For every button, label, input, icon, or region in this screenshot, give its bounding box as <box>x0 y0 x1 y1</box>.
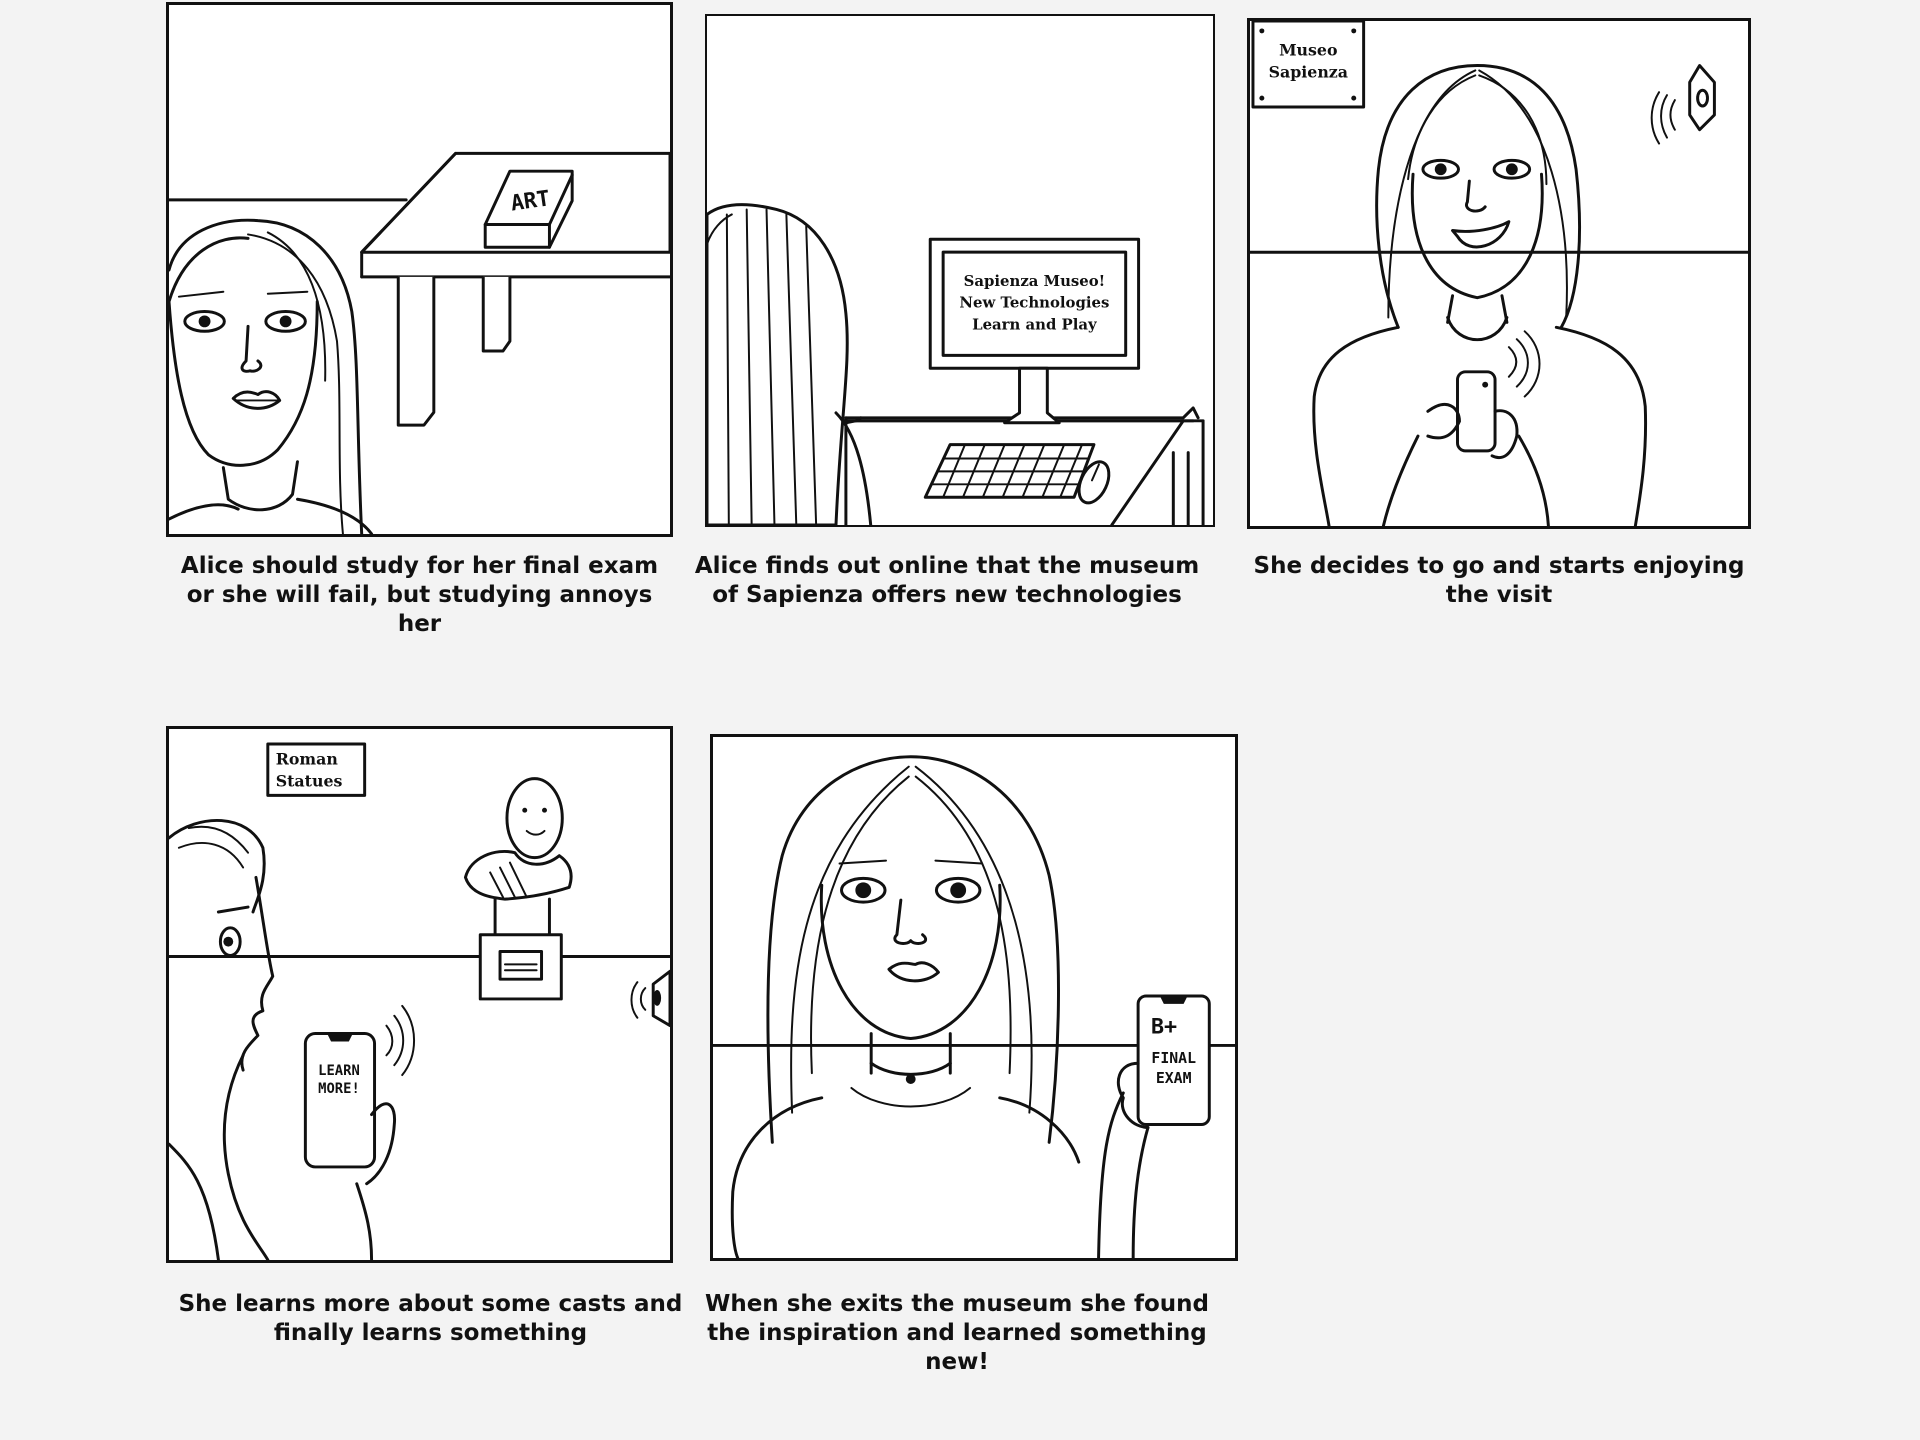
sign-line-2: Sapienza <box>1269 62 1348 81</box>
sign-line-2: Statues <box>276 771 343 790</box>
panel-1-illustration: ART <box>169 151 670 534</box>
storyboard-panel-2: Sapienza Museo! New Technologies Learn a… <box>705 14 1215 527</box>
phone-line-2: FINAL <box>1151 1050 1196 1067</box>
panel-1-caption: Alice should study for her final exam or… <box>180 553 659 637</box>
panel-5-caption: When she exits the museum she found the … <box>704 1291 1210 1375</box>
panel-3-caption: She decides to go and starts enjoying th… <box>1253 553 1745 608</box>
sign-line-1: Museo <box>1279 41 1337 60</box>
screen-line-2: New Technologies <box>959 294 1109 312</box>
storyboard-panel-1: ART <box>166 2 673 537</box>
sign-line-1: Roman <box>276 750 339 769</box>
panel-4-caption: She learns more about some casts and fin… <box>178 1291 683 1346</box>
storyboard-panel-4: Roman Statues LEARN MORE! <box>166 726 673 1263</box>
phone-line-2: MORE! <box>318 1081 360 1097</box>
panel-2-caption: Alice finds out online that the museum o… <box>694 553 1200 608</box>
screen-line-3: Learn and Play <box>972 316 1097 334</box>
panel-5-illustration: B+ FINAL EXAM <box>713 755 1235 1258</box>
phone-line-3: EXAM <box>1156 1070 1192 1087</box>
phone-line-1: LEARN <box>318 1063 360 1079</box>
storyboard-panel-3: Museo Sapienza <box>1247 18 1751 529</box>
panel-4-illustration: Roman Statues LEARN MORE! <box>169 742 670 1260</box>
phone-line-1: B+ <box>1151 1015 1177 1040</box>
panel-2-illustration: Sapienza Museo! New Technologies Learn a… <box>707 203 1205 525</box>
storyboard-panel-5: B+ FINAL EXAM <box>710 734 1238 1261</box>
screen-line-1: Sapienza Museo! <box>964 272 1106 290</box>
panel-3-illustration: Museo Sapienza <box>1250 21 1748 526</box>
